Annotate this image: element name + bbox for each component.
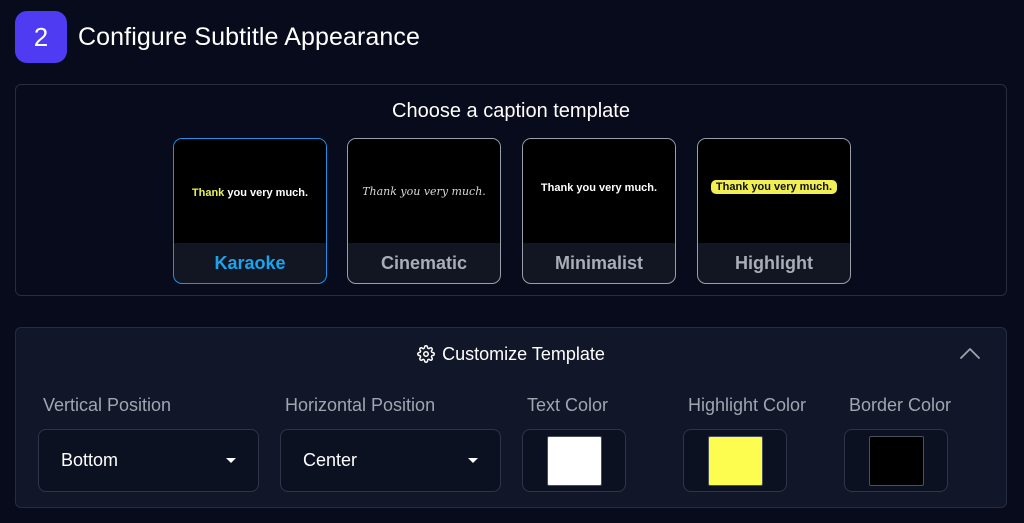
chevron-up-icon[interactable] <box>958 342 982 364</box>
template-preview: Thank you very much. <box>698 139 850 243</box>
text-color-label: Text Color <box>527 395 609 415</box>
vertical-position-label: Vertical Position <box>43 395 172 415</box>
highlight-color-label: Highlight Color <box>688 395 807 415</box>
text-color-picker[interactable] <box>522 429 626 492</box>
highlight-color-picker[interactable] <box>683 429 787 492</box>
text-color-swatch <box>547 436 602 486</box>
vertical-position-select[interactable]: Bottom <box>38 429 259 492</box>
template-label: Cinematic <box>380 252 468 273</box>
highlight-color-swatch <box>708 436 763 486</box>
template-label: Karaoke <box>214 252 286 273</box>
preview-text: Thank you very much. <box>710 180 838 194</box>
vertical-position-value: Bottom <box>61 450 119 470</box>
template-card-cinematic[interactable]: Thank you very much. Cinematic <box>347 138 501 284</box>
template-card-karaoke[interactable]: Thank you very much. Karaoke <box>173 138 327 284</box>
preview-text: Thank you very much. <box>191 186 309 199</box>
template-preview: Thank you very much. <box>348 139 500 243</box>
border-color-label: Border Color <box>849 395 952 415</box>
border-color-swatch <box>869 436 924 486</box>
caption-template-panel: Choose a caption template Thank you very… <box>15 84 1007 296</box>
step-header: 2 Configure Subtitle Appearance <box>15 11 420 63</box>
customize-template-toggle[interactable]: Customize Template <box>16 342 1006 366</box>
gear-icon <box>417 345 436 363</box>
template-preview: Thank you very much. <box>174 139 326 243</box>
step-number-badge: 2 <box>15 11 67 63</box>
horizontal-position-value: Center <box>303 450 358 470</box>
preview-text: Thank you very much. <box>362 184 486 198</box>
border-color-picker[interactable] <box>844 429 948 492</box>
customize-template-title: Customize Template <box>442 343 605 364</box>
step-title: Configure Subtitle Appearance <box>78 22 421 51</box>
template-label: Highlight <box>735 252 813 273</box>
template-card-minimalist[interactable]: Thank you very much. Minimalist <box>522 138 676 284</box>
template-card-highlight[interactable]: Thank you very much. Highlight <box>697 138 851 284</box>
customize-template-panel: Customize Template Vertical Position Bot… <box>15 327 1007 508</box>
horizontal-position-select[interactable]: Center <box>280 429 501 492</box>
template-label: Minimalist <box>554 252 643 273</box>
caret-down-icon <box>226 458 236 463</box>
preview-text: Thank you very much. <box>540 182 658 194</box>
template-preview: Thank you very much. <box>523 139 675 243</box>
horizontal-position-label: Horizontal Position <box>285 395 436 415</box>
templates-heading: Choose a caption template <box>392 100 630 122</box>
caret-down-icon <box>468 458 478 463</box>
